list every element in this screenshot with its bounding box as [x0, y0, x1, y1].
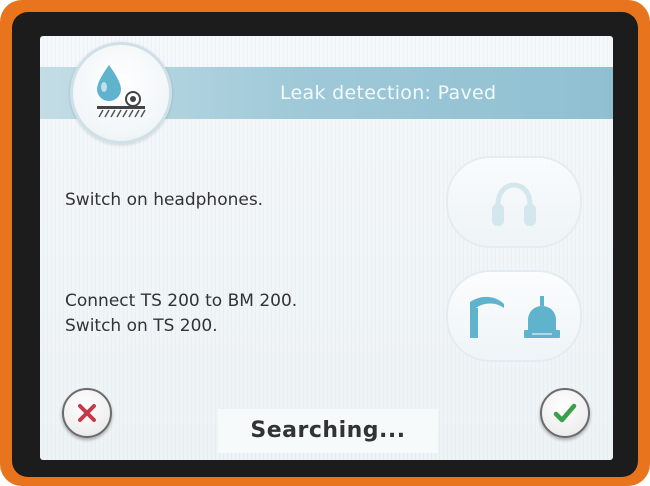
- headphones-button[interactable]: [446, 156, 582, 248]
- mode-icon-button[interactable]: [70, 42, 172, 144]
- close-icon: [78, 404, 96, 422]
- check-icon: [553, 403, 577, 423]
- sensor-devices-button[interactable]: [446, 270, 582, 362]
- leak-paved-icon: [97, 65, 146, 118]
- step-2-text-line1: Connect TS 200 to BM 200.: [65, 291, 298, 311]
- headphones-icon: [492, 182, 536, 226]
- step-2-text-line2: Switch on TS 200.: [65, 316, 218, 336]
- cancel-button[interactable]: [62, 388, 112, 438]
- step-1-text: Switch on headphones.: [65, 190, 264, 210]
- page-title: Leak detection: Paved: [280, 82, 497, 104]
- screen: Leak detection: Paved Switch on headphon…: [40, 36, 613, 460]
- sensor-devices-icon: [470, 296, 560, 338]
- step-1-instruction: Switch on headphones.: [65, 188, 263, 213]
- status-text: Searching...: [250, 418, 406, 443]
- confirm-button[interactable]: [540, 388, 590, 438]
- status-bar: Searching...: [218, 409, 438, 453]
- step-2-instruction: Connect TS 200 to BM 200. Switch on TS 2…: [65, 289, 297, 339]
